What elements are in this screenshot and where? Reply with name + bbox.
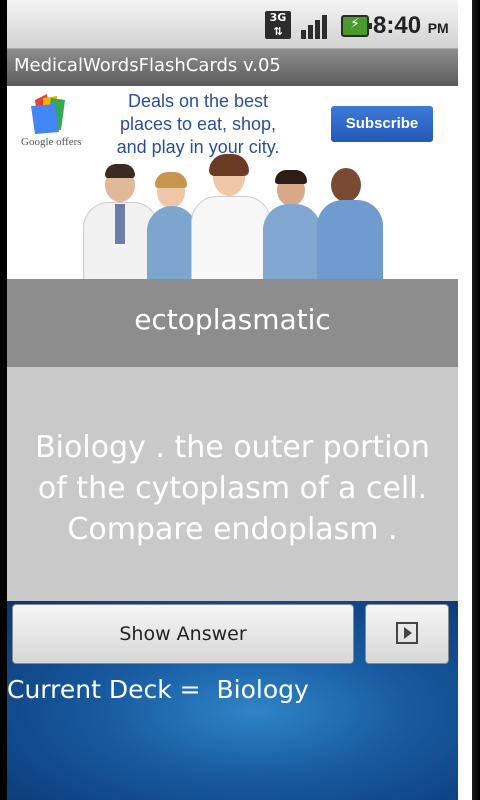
status-clock: 8:40 PM — [373, 12, 449, 40]
current-deck-label: Current Deck = Biology — [7, 675, 309, 704]
clock-time: 8:40 — [373, 12, 422, 39]
app-title-bar: MedicalWordsFlashCards v.05 — [7, 48, 458, 86]
play-icon — [396, 622, 418, 644]
show-answer-label: Show Answer — [119, 623, 247, 645]
status-bar: 3G ⇅ ⚡ 8:40 PM — [7, 0, 458, 48]
ad-headline: Deals on the best places to eat, shop, a… — [116, 91, 280, 157]
clock-ampm: PM — [427, 20, 449, 36]
flashcard-definition-panel[interactable]: Biology . the outer portion of the cytop… — [7, 367, 458, 601]
network-label: 3G — [269, 11, 287, 24]
ad-banner[interactable]: Google offers Deals on the best places t… — [7, 86, 458, 279]
network-3g-icon: 3G ⇅ — [265, 11, 291, 39]
flashcard-word: ectoplasmatic — [134, 303, 331, 336]
flashcard-word-panel[interactable]: ectoplasmatic — [7, 279, 458, 367]
app-title: MedicalWordsFlashCards v.05 — [14, 55, 281, 76]
subscribe-button[interactable]: Subscribe — [331, 106, 433, 142]
play-button[interactable] — [365, 604, 449, 664]
google-offers-logo-icon — [31, 94, 65, 134]
flashcard-definition: Biology . the outer portion of the cytop… — [35, 430, 430, 547]
signal-strength-icon — [301, 11, 331, 39]
ad-logo-text: Google offers — [21, 136, 82, 148]
controls-area: Show Answer Current Deck = Biology — [7, 601, 458, 800]
battery-charging-icon: ⚡ — [341, 15, 372, 37]
device-frame — [458, 0, 480, 800]
show-answer-button[interactable]: Show Answer — [12, 604, 354, 664]
phone-screen: 3G ⇅ ⚡ 8:40 PM MedicalWordsFlashCards v.0… — [7, 0, 458, 800]
